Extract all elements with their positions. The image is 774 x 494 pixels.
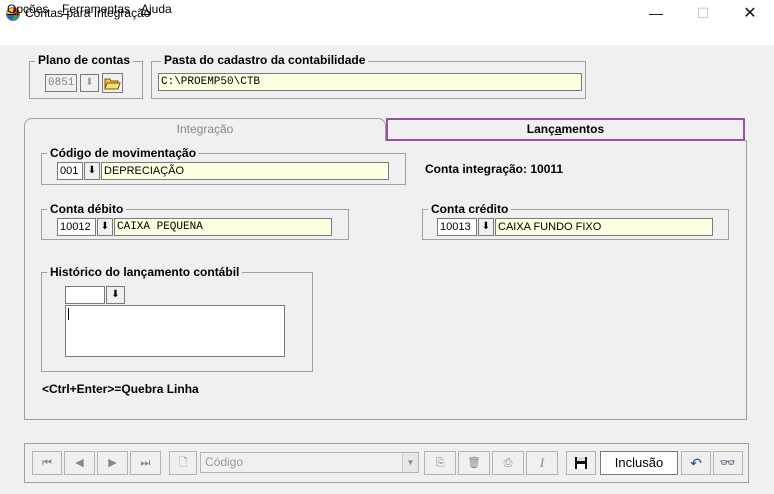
historico-lookup-button[interactable]: ⬇ [106, 286, 125, 304]
italic-icon: I [539, 455, 545, 470]
menu-opcoes-accel: O [7, 2, 17, 16]
document-icon: 🗋 [178, 457, 188, 469]
maximize-button[interactable]: ☐ [680, 0, 726, 27]
tab-integracao[interactable]: Integração [24, 118, 386, 141]
tab-lancamentos-accel: a [554, 122, 562, 136]
prev-icon: ◀ [75, 457, 84, 469]
open-folder-icon [104, 78, 121, 90]
pasta-title: Pasta do cadastro da contabilidade [161, 53, 369, 67]
menu-ajuda[interactable]: Ajuda [141, 2, 172, 16]
menu-opcoes[interactable]: Opções [7, 2, 48, 16]
chevron-down-icon[interactable]: ▼ [402, 453, 418, 472]
debito-desc-field: CAIXA PEQUENA [114, 218, 332, 236]
menu-bar [0, 27, 774, 45]
historico-code-field[interactable] [65, 286, 105, 304]
shortcut-hint: <Ctrl+Enter>=Quebra Linha [42, 382, 199, 396]
debito-lookup-button[interactable]: ⬇ [97, 218, 113, 236]
credito-title: Conta crédito [428, 202, 512, 216]
floppy-disk-icon [575, 457, 587, 469]
open-folder-button[interactable] [102, 73, 123, 93]
menu-ferramentas[interactable]: Ferramentas [62, 2, 130, 16]
new-document-button[interactable]: 🗋 [169, 451, 197, 475]
arrow-down-icon: ⬇ [481, 221, 491, 232]
menu-ajuda-accel: A [141, 2, 150, 16]
conta-integracao-label: Conta integração: 10011 [425, 162, 564, 176]
trash-icon: 🗑 [467, 457, 481, 469]
pasta-path-field[interactable]: C:\PROEMP50\CTB [158, 73, 582, 91]
plano-title: Plano de contas [35, 53, 134, 67]
italic-button[interactable]: I [526, 451, 558, 475]
movimentacao-desc-field: DEPRECIAÇÃO [101, 162, 389, 180]
last-icon: ⏭ [140, 457, 151, 469]
text-caret [68, 308, 69, 320]
first-record-button[interactable]: ⏮ [32, 451, 62, 475]
search-button[interactable]: 👓 [713, 451, 743, 475]
arrow-down-icon: ⬇ [87, 165, 97, 176]
copy-record-button[interactable]: ⎘ [424, 451, 456, 475]
historico-textarea[interactable] [65, 305, 285, 357]
mode-display: Inclusão [600, 451, 678, 475]
prev-record-button[interactable]: ◀ [64, 451, 95, 475]
menu-opcoes-label: pções [16, 2, 49, 16]
minimize-button[interactable]: — [633, 0, 679, 27]
close-button[interactable]: ✕ [727, 0, 773, 27]
arrow-down-icon: ⬇ [100, 221, 110, 232]
debito-title: Conta débito [47, 202, 127, 216]
save-button[interactable] [566, 451, 596, 475]
movimentacao-lookup-button[interactable]: ⬇ [84, 162, 100, 180]
arrow-down-icon: ⬇ [111, 289, 120, 300]
menu-ferramentas-label: erramentas [69, 2, 131, 16]
credito-code-field[interactable]: 10013 [437, 218, 477, 236]
printer-icon: ⎙ [503, 457, 513, 469]
tab-lancamentos-label-a: Lanç [526, 122, 555, 136]
tab-lancamentos[interactable]: Lançamentos [386, 118, 745, 141]
delete-record-button[interactable]: 🗑 [458, 451, 490, 475]
menu-ajuda-label: juda [149, 2, 172, 16]
binoculars-icon: 👓 [719, 455, 737, 470]
plano-code-field[interactable]: 0851 [45, 74, 77, 92]
first-icon: ⏮ [42, 457, 52, 469]
credito-lookup-button[interactable]: ⬇ [478, 218, 494, 236]
credito-desc-field: CAIXA FUNDO FIXO [495, 218, 713, 236]
copy-icon: ⎘ [435, 457, 445, 469]
undo-icon: ↶ [690, 455, 702, 471]
debito-code-field[interactable]: 10012 [57, 218, 96, 236]
next-record-button[interactable]: ▶ [97, 451, 128, 475]
search-combo[interactable]: Código [200, 452, 419, 473]
historico-title: Histórico do lançamento contábil [47, 265, 243, 279]
movimentacao-code-field[interactable]: 001 [57, 162, 83, 180]
tab-lancamentos-label-b: mentos [561, 122, 605, 136]
print-button[interactable]: ⎙ [492, 451, 524, 475]
last-record-button[interactable]: ⏭ [130, 451, 161, 475]
plano-lookup-button[interactable]: ⬇ [80, 74, 99, 92]
arrow-down-icon: ⬇ [85, 77, 94, 88]
movimentacao-title: Código de movimentação [47, 146, 200, 160]
next-icon: ▶ [108, 457, 117, 469]
undo-button[interactable]: ↶ [681, 451, 711, 475]
